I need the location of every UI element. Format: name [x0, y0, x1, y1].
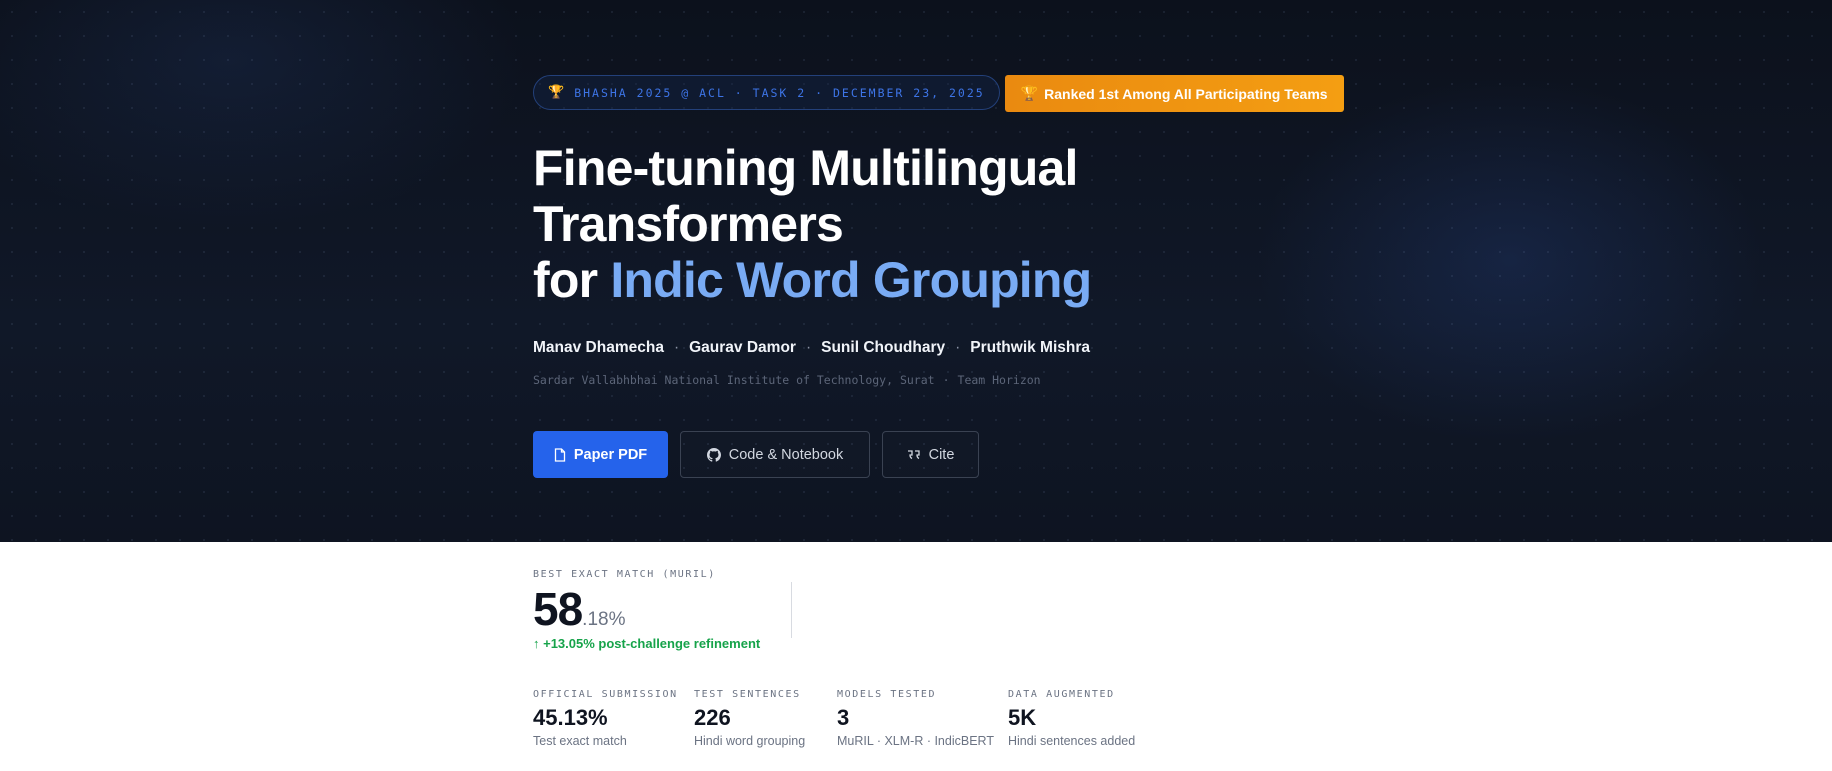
- cite-label: Cite: [928, 446, 955, 463]
- metric-label: MODELS TESTED: [837, 689, 937, 700]
- trophy-icon: 🏆: [1020, 85, 1039, 101]
- best-exact-match-decimal: .18%: [582, 609, 626, 630]
- metric-models-tested: MODELS TESTED 3 MuRIL · XLM-R · IndicBER…: [837, 689, 994, 748]
- team-name: Team Horizon: [957, 373, 1041, 387]
- best-exact-match-integer: 58: [533, 583, 583, 635]
- paper-pdf-button[interactable]: Paper PDF: [533, 431, 668, 478]
- rank-badge-text: Ranked 1st Among All Participating Teams: [1044, 85, 1328, 102]
- best-exact-match-value: 58.18%: [533, 582, 625, 636]
- affiliation-separator: ·: [942, 373, 950, 387]
- metric-label: TEST SENTENCES: [694, 689, 801, 700]
- author-name: Gaurav Damor: [689, 339, 796, 356]
- quote-icon: [907, 449, 921, 461]
- title-line-2: Transformers: [533, 196, 844, 252]
- paper-pdf-label: Paper PDF: [573, 446, 648, 463]
- action-buttons: Paper PDF Code & Notebook Cite: [533, 431, 979, 478]
- metric-caption: Hindi sentences added: [1008, 734, 1136, 748]
- author-separator: ·: [955, 339, 961, 356]
- code-notebook-label: Code & Notebook: [728, 446, 844, 463]
- vertical-divider: [791, 582, 792, 638]
- author-name: Pruthwik Mishra: [970, 339, 1091, 356]
- improvement-note: ↑ +13.05% post-challenge refinement: [533, 636, 761, 651]
- github-icon: [706, 447, 721, 462]
- affiliation: Sardar Vallabhbhai National Institute of…: [533, 373, 935, 387]
- author-list: Manav Dhamecha · Gaurav Damor · Sunil Choudh…: [533, 339, 1090, 357]
- file-icon: [554, 447, 566, 462]
- badge-row: 🏆 BHASHA 2025 @ ACL · TASK 2 · DECEMBER …: [533, 75, 1344, 112]
- title-line-3-prefix: for: [533, 252, 611, 308]
- hero-section: 🏆 BHASHA 2025 @ ACL · TASK 2 · DECEMBER …: [0, 0, 1832, 542]
- author-name: Sunil Choudhary: [821, 339, 946, 356]
- author-name: Manav Dhamecha: [533, 339, 664, 356]
- rank-badge: 🏆 Ranked 1st Among All Participating Tea…: [1004, 75, 1344, 112]
- metric-label: DATA AUGMENTED: [1008, 689, 1115, 700]
- page-title: Fine-tuning Multilingual Transformers fo…: [533, 140, 1092, 308]
- code-notebook-button[interactable]: Code & Notebook: [680, 431, 870, 478]
- trophy-icon: 🏆: [548, 85, 565, 100]
- metric-value: 3: [837, 705, 850, 730]
- metric-value: 226: [694, 705, 731, 730]
- metric-official-submission: OFFICIAL SUBMISSION 45.13% Test exact ma…: [533, 689, 678, 748]
- metric-value: 5K: [1008, 705, 1037, 730]
- stats-section: BEST EXACT MATCH (MURIL) 58.18% ↑ +13.05…: [533, 542, 1633, 771]
- event-badge-text: BHASHA 2025 @ ACL · TASK 2 · DECEMBER 23…: [574, 85, 985, 100]
- metric-data-augmented: DATA AUGMENTED 5K Hindi sentences added: [1008, 689, 1135, 748]
- event-badge: 🏆 BHASHA 2025 @ ACL · TASK 2 · DECEMBER …: [533, 75, 1000, 110]
- metric-test-sentences: TEST SENTENCES 226 Hindi word grouping: [694, 689, 805, 748]
- affiliation-line: Sardar Vallabhbhai National Institute of…: [533, 373, 1041, 387]
- best-exact-match-label: BEST EXACT MATCH (MURIL): [533, 569, 716, 580]
- title-line-3-accent: Indic Word Grouping: [610, 252, 1092, 308]
- metric-caption: MuRIL · XLM-R · IndicBERT: [837, 734, 994, 748]
- metric-label: OFFICIAL SUBMISSION: [533, 689, 678, 700]
- title-line-1: Fine-tuning Multilingual: [533, 140, 1078, 196]
- cite-button[interactable]: Cite: [882, 431, 979, 478]
- author-separator: ·: [673, 339, 680, 356]
- metric-caption: Test exact match: [533, 734, 627, 748]
- metric-value: 45.13%: [533, 705, 608, 730]
- metric-caption: Hindi word grouping: [694, 734, 806, 748]
- author-separator: ·: [805, 339, 812, 356]
